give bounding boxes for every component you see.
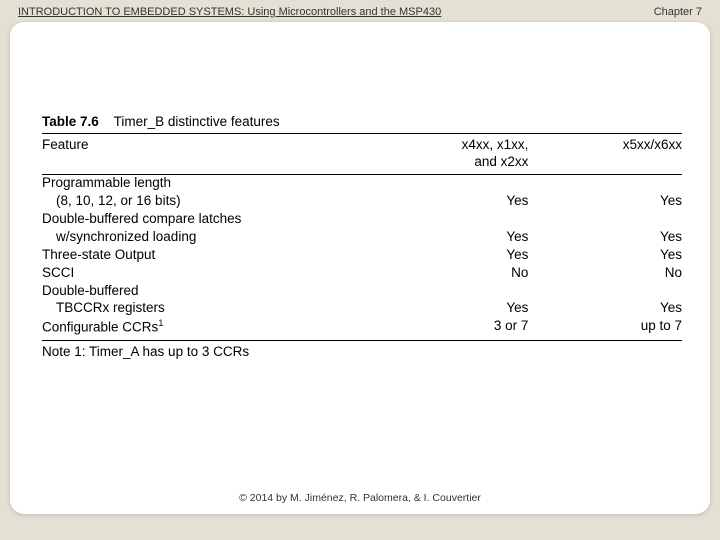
book-title: INTRODUCTION TO EMBEDDED SYSTEMS: Using …: [18, 6, 441, 18]
table-footnote: Note 1: Timer_A has up to 3 CCRs: [42, 341, 682, 359]
feature-cell: Three-state Output: [42, 246, 375, 264]
table-row: Three-state OutputYesYes: [42, 246, 682, 264]
value-cell: Yes: [375, 300, 529, 318]
table-row: SCCINoNo: [42, 264, 682, 282]
col-family-1: x4xx, x1xx, and x2xx: [375, 134, 529, 175]
col-family-2: x5xx/x6xx: [528, 134, 682, 175]
value-cell: Yes: [375, 228, 529, 246]
table-row: (8, 10, 12, or 16 bits)YesYes: [42, 193, 682, 211]
feature-cell: SCCI: [42, 264, 375, 282]
chapter-label: Chapter 7: [654, 6, 702, 18]
table-row: Double-buffered: [42, 282, 682, 300]
table-number: Table 7.6: [42, 114, 99, 129]
table-row: TBCCRx registersYesYes: [42, 300, 682, 318]
value-cell: 3 or 7: [375, 318, 529, 340]
feature-cell: Double-buffered: [42, 282, 375, 300]
value-cell: No: [375, 264, 529, 282]
slide-header: INTRODUCTION TO EMBEDDED SYSTEMS: Using …: [0, 0, 720, 18]
table-row: Double-buffered compare latches: [42, 211, 682, 229]
table-header-row: Feature x4xx, x1xx, and x2xx x5xx/x6xx: [42, 134, 682, 175]
table-row: Programmable length: [42, 174, 682, 192]
feature-cell: Configurable CCRs1: [42, 318, 375, 340]
value-cell: Yes: [375, 246, 529, 264]
content-card: Table 7.6 Timer_B distinctive features F…: [10, 22, 710, 514]
value-cell: Yes: [528, 300, 682, 318]
feature-cell: Double-buffered compare latches: [42, 211, 375, 229]
feature-cell: w/synchronized loading: [42, 228, 375, 246]
copyright-footer: © 2014 by M. Jiménez, R. Palomera, & I. …: [10, 492, 710, 504]
table-row: w/synchronized loadingYesYes: [42, 228, 682, 246]
feature-cell: TBCCRx registers: [42, 300, 375, 318]
table-title: Timer_B distinctive features: [114, 114, 280, 129]
value-cell: Yes: [528, 246, 682, 264]
value-cell: No: [528, 264, 682, 282]
table-row: Configurable CCRs13 or 7up to 7: [42, 318, 682, 340]
value-cell: Yes: [528, 228, 682, 246]
feature-cell: (8, 10, 12, or 16 bits): [42, 193, 375, 211]
feature-cell: Programmable length: [42, 174, 375, 192]
col-feature: Feature: [42, 134, 375, 175]
value-cell: Yes: [375, 193, 529, 211]
table-container: Table 7.6 Timer_B distinctive features F…: [42, 114, 682, 359]
value-cell: up to 7: [528, 318, 682, 340]
features-table: Feature x4xx, x1xx, and x2xx x5xx/x6xx P…: [42, 133, 682, 341]
value-cell: Yes: [528, 193, 682, 211]
table-caption: Table 7.6 Timer_B distinctive features: [42, 114, 682, 129]
